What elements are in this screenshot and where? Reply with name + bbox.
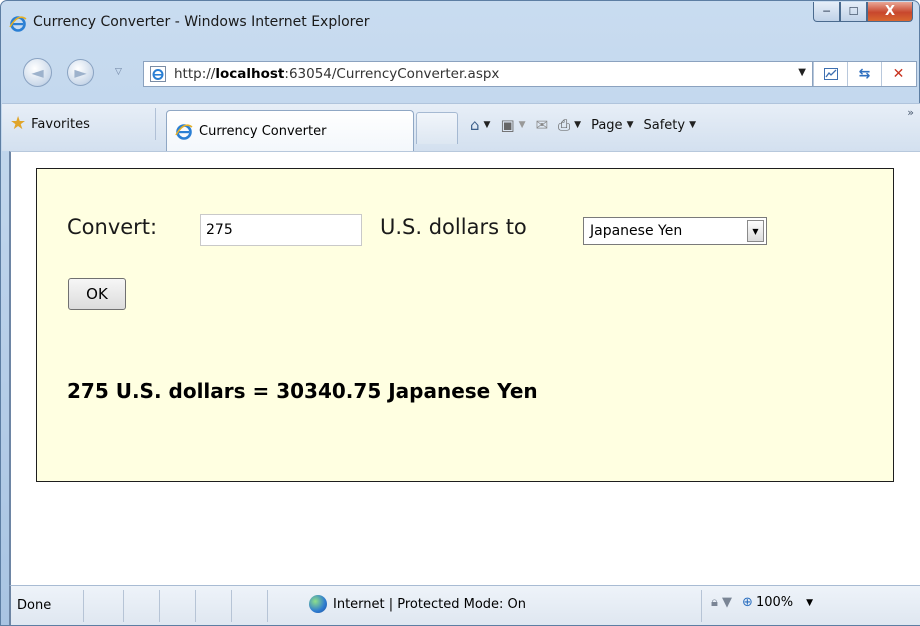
chevron-down-icon: ▼ <box>483 120 491 130</box>
chevron-down-icon: ▼ <box>806 597 814 608</box>
zoom-icon: ⊕ <box>742 595 753 610</box>
security-icon[interactable]: 🔒︎ ▼ <box>711 595 732 610</box>
new-tab-button[interactable] <box>416 112 458 144</box>
back-icon: ◄ <box>31 63 44 82</box>
globe-icon <box>309 595 327 613</box>
stop-button[interactable]: ✕ <box>881 62 915 86</box>
currency-label: U.S. dollars to <box>380 215 527 239</box>
favorites-label: Favorites <box>31 116 90 132</box>
status-divider <box>701 590 702 622</box>
back-button[interactable]: ◄ <box>23 58 52 87</box>
star-icon: ★ <box>10 113 27 134</box>
window-controls: ─ ☐ X <box>813 2 913 22</box>
currency-selected-value: Japanese Yen <box>590 223 683 239</box>
status-divider <box>83 590 84 622</box>
security-zone[interactable]: Internet | Protected Mode: On <box>309 595 526 613</box>
amount-input[interactable] <box>200 214 362 246</box>
conversion-result: 275 U.S. dollars = 30340.75 Japanese Yen <box>67 379 538 403</box>
zoom-level: 100% <box>755 595 794 610</box>
favorites-tab-bar: ★ Favorites Currency Converter ⌂ ▼ ▣ ▼ ✉ <box>2 103 920 152</box>
recent-pages-dropdown[interactable]: ▽ <box>115 67 122 77</box>
status-divider <box>231 590 232 622</box>
status-text: Done <box>17 598 52 613</box>
toolbar-divider <box>155 108 156 140</box>
page-menu[interactable]: Page ▼ <box>591 118 633 133</box>
print-button[interactable]: ⎙ ▼ <box>558 116 581 134</box>
ie-logo-icon <box>9 16 27 32</box>
tab-currency-converter[interactable]: Currency Converter <box>166 110 414 152</box>
url-text[interactable]: http://localhost:63054/CurrencyConverter… <box>174 66 499 82</box>
mail-icon: ✉ <box>535 116 549 134</box>
status-divider <box>159 590 160 622</box>
chevron-down-icon: ▼ <box>574 120 582 130</box>
ok-button[interactable]: OK <box>68 278 126 310</box>
chevron-down-icon: ▼ <box>626 120 634 130</box>
address-tools: ⇆ ✕ <box>813 61 917 87</box>
safety-menu[interactable]: Safety ▼ <box>643 118 696 133</box>
chevron-down-icon[interactable]: ▼ <box>747 220 764 242</box>
currency-select[interactable]: Japanese Yen ▼ <box>583 217 767 245</box>
browser-window: Currency Converter - Windows Internet Ex… <box>0 0 920 626</box>
status-divider <box>195 590 196 622</box>
page-icon <box>150 66 166 82</box>
forward-icon: ► <box>74 63 87 82</box>
navigation-bar: ◄ ► ▽ http://localhost:63054/CurrencyCon… <box>5 58 917 89</box>
compatibility-button[interactable] <box>813 62 847 86</box>
favorites-button[interactable]: ★ Favorites <box>10 111 90 137</box>
url-path: :63054/CurrencyConverter.aspx <box>284 66 500 82</box>
status-bar: Done Internet | Protected Mode: On 🔒︎ ▼ … <box>9 585 920 625</box>
print-icon: ⎙ <box>558 116 571 134</box>
page-menu-label: Page <box>591 117 623 133</box>
url-prefix: http:// <box>174 66 216 82</box>
close-button[interactable]: X <box>867 2 913 22</box>
status-divider <box>123 590 124 622</box>
refresh-icon: ⇆ <box>858 66 871 82</box>
refresh-button[interactable]: ⇆ <box>847 62 881 86</box>
forward-button[interactable]: ► <box>67 59 94 86</box>
command-bar: ⌂ ▼ ▣ ▼ ✉ ⎙ ▼ Page ▼ Safety ▼ <box>470 112 696 138</box>
status-divider <box>267 590 268 622</box>
url-host: localhost <box>215 66 285 82</box>
stop-icon: ✕ <box>892 66 905 82</box>
converter-panel: Convert: U.S. dollars to Japanese Yen ▼ … <box>36 168 894 482</box>
address-dropdown-icon[interactable]: ▼ <box>798 67 806 78</box>
convert-label: Convert: <box>67 215 158 239</box>
ie-logo-icon <box>175 123 193 140</box>
home-button[interactable]: ⌂ ▼ <box>470 116 490 134</box>
page-viewport: Convert: U.S. dollars to Japanese Yen ▼ … <box>9 151 920 585</box>
chevron-down-icon: ▼ <box>689 120 696 130</box>
home-icon: ⌂ <box>470 116 480 134</box>
compatibility-icon <box>823 68 838 80</box>
toolbar-overflow-button[interactable]: » <box>907 106 914 119</box>
zone-text: Internet | Protected Mode: On <box>333 596 527 612</box>
zoom-control[interactable]: ⊕ 100% ▼ <box>742 595 813 610</box>
feeds-icon: ▣ <box>500 116 515 134</box>
safety-menu-label: Safety <box>643 117 686 133</box>
status-tools: 🔒︎ ▼ ⊕ 100% ▼ <box>711 595 813 610</box>
maximize-button[interactable]: ☐ <box>840 2 867 22</box>
minimize-button[interactable]: ─ <box>813 2 840 22</box>
mail-button[interactable]: ✉ <box>536 116 549 134</box>
chevron-down-icon: ▼ <box>518 120 526 130</box>
title-bar: Currency Converter - Windows Internet Ex… <box>1 1 919 41</box>
tab-title: Currency Converter <box>199 124 327 139</box>
window-title: Currency Converter - Windows Internet Ex… <box>33 14 370 30</box>
feeds-button[interactable]: ▣ ▼ <box>500 116 525 134</box>
address-bar[interactable]: http://localhost:63054/CurrencyConverter… <box>143 61 813 87</box>
